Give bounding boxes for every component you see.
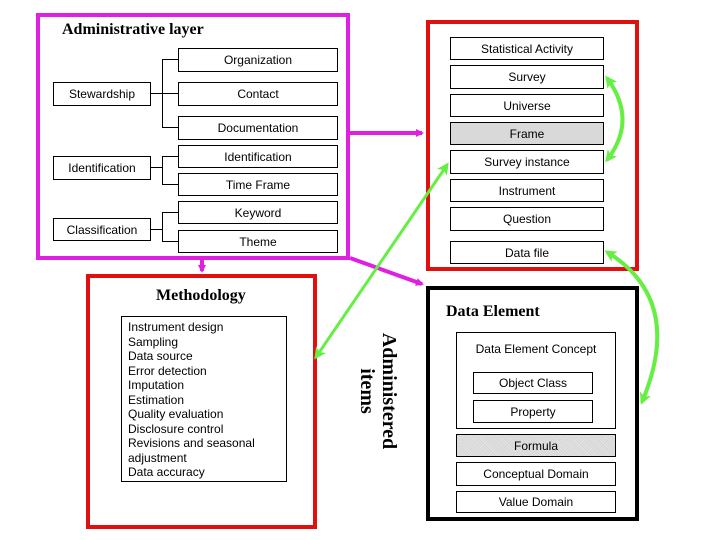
arrow-data-file-data-element bbox=[604, 250, 660, 405]
arrow-survey-survey-instance bbox=[605, 75, 625, 163]
arrow-admin-to-data-element bbox=[349, 256, 424, 286]
arrow-survey-instance-methodology bbox=[314, 162, 449, 360]
arrows-overlay bbox=[198, 75, 660, 405]
